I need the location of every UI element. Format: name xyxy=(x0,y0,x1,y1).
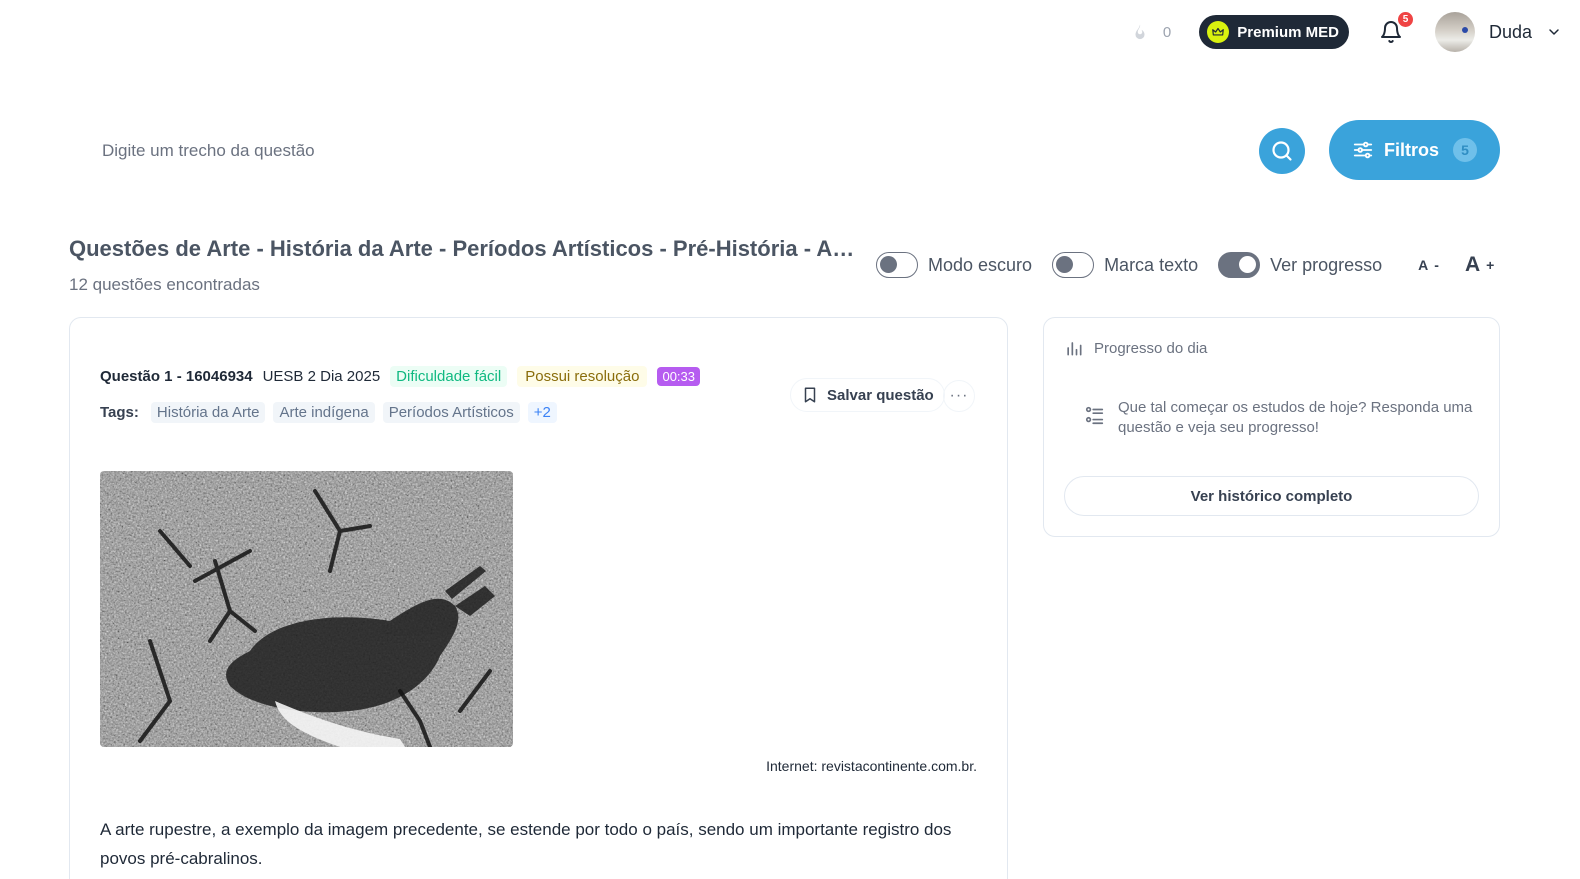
dark-mode-label: Modo escuro xyxy=(928,254,1033,275)
difficulty-badge: Dificuldade fácil xyxy=(390,366,508,387)
search-icon xyxy=(1272,141,1292,161)
results-count: 12 questões encontradas xyxy=(69,275,260,294)
premium-badge[interactable]: Premium MED xyxy=(1199,15,1349,49)
more-options-icon: ··· xyxy=(949,387,969,404)
tags-label: Tags: xyxy=(100,404,139,421)
font-increase-sign: + xyxy=(1486,257,1495,273)
tag-item[interactable]: Arte indígena xyxy=(273,402,375,423)
highlighter-toggle[interactable] xyxy=(1052,252,1095,278)
sliders-icon xyxy=(1353,141,1373,159)
question-card: Questão 1 - 16046934 UESB 2 Dia 2025 Dif… xyxy=(69,317,1008,879)
list-icon xyxy=(1085,406,1104,425)
dark-mode-toggle-group[interactable]: Modo escuro xyxy=(876,252,1032,278)
image-caption: Internet: revistacontinente.com.br. xyxy=(766,758,977,774)
progress-toggle-group[interactable]: Ver progresso xyxy=(1218,252,1382,278)
save-question-button[interactable]: Salvar questão xyxy=(790,378,945,412)
bar-chart-icon xyxy=(1067,342,1082,356)
font-increase-letter: A xyxy=(1464,253,1481,276)
timer-badge: 00:33 xyxy=(657,367,701,386)
resolution-badge: Possui resolução xyxy=(517,366,648,387)
daily-progress-title: Progresso do dia xyxy=(1094,339,1208,357)
question-meta: Questão 1 - 16046934 UESB 2 Dia 2025 Dif… xyxy=(100,366,701,387)
search-input[interactable] xyxy=(88,128,1238,174)
highlighter-toggle-group[interactable]: Marca texto xyxy=(1052,252,1198,278)
view-controls: Modo escuro Marca texto Ver progresso A … xyxy=(876,248,1504,282)
filters-button[interactable]: Filtros 5 xyxy=(1329,120,1500,180)
question-id: Questão 1 - 16046934 xyxy=(100,368,253,385)
streak-count: 0 xyxy=(1162,23,1172,41)
search-button[interactable] xyxy=(1259,128,1305,174)
notifications-button[interactable]: 5 xyxy=(1379,12,1413,44)
font-decrease-button[interactable]: A - xyxy=(1408,248,1449,282)
daily-progress-text: Que tal começar os estudos de hoje? Resp… xyxy=(1118,399,1473,436)
premium-label: Premium MED xyxy=(1237,23,1339,41)
question-text: A arte rupestre, a exemplo da imagem pre… xyxy=(100,820,952,868)
progress-toggle[interactable] xyxy=(1218,252,1261,278)
tags-more-button[interactable]: +2 xyxy=(527,402,557,423)
font-decrease-sign: - xyxy=(1434,257,1439,273)
rock-art-image xyxy=(100,471,513,747)
tag-item[interactable]: História da Arte xyxy=(150,402,266,423)
font-increase-button[interactable]: A + xyxy=(1455,248,1504,282)
filters-label: Filtros xyxy=(1383,139,1439,160)
notification-badge: 5 xyxy=(1397,12,1413,27)
crown-icon xyxy=(1207,21,1230,43)
progress-label: Ver progresso xyxy=(1270,254,1383,275)
font-decrease-letter: A xyxy=(1418,257,1429,273)
chevron-down-icon[interactable] xyxy=(1546,24,1562,40)
top-bar: 0 Premium MED 5 Duda xyxy=(1131,12,1562,52)
dark-mode-toggle[interactable] xyxy=(876,252,918,278)
question-institution: UESB 2 Dia 2025 xyxy=(262,368,381,385)
view-history-button[interactable]: Ver histórico completo xyxy=(1064,476,1479,516)
avatar[interactable] xyxy=(1434,12,1475,52)
more-options-button[interactable]: ··· xyxy=(943,380,975,412)
daily-progress-card: Progresso do dia Que tal começar os estu… xyxy=(1043,317,1500,537)
tag-item[interactable]: Períodos Artísticos xyxy=(382,402,520,423)
page-title: Questões de Arte - História da Arte - Pe… xyxy=(69,236,859,261)
flame-icon xyxy=(1135,24,1145,40)
bookmark-icon xyxy=(804,387,816,403)
question-tags: Tags: História da Arte Arte indígena Per… xyxy=(100,402,557,423)
daily-progress-message: Que tal começar os estudos de hoje? Resp… xyxy=(1084,398,1474,438)
save-question-label: Salvar questão xyxy=(827,386,934,404)
daily-progress-header: Progresso do dia xyxy=(1064,338,1207,358)
filters-count: 5 xyxy=(1453,138,1477,162)
highlighter-label: Marca texto xyxy=(1104,254,1199,275)
username[interactable]: Duda xyxy=(1489,22,1532,43)
streak-counter[interactable]: 0 xyxy=(1131,23,1171,41)
